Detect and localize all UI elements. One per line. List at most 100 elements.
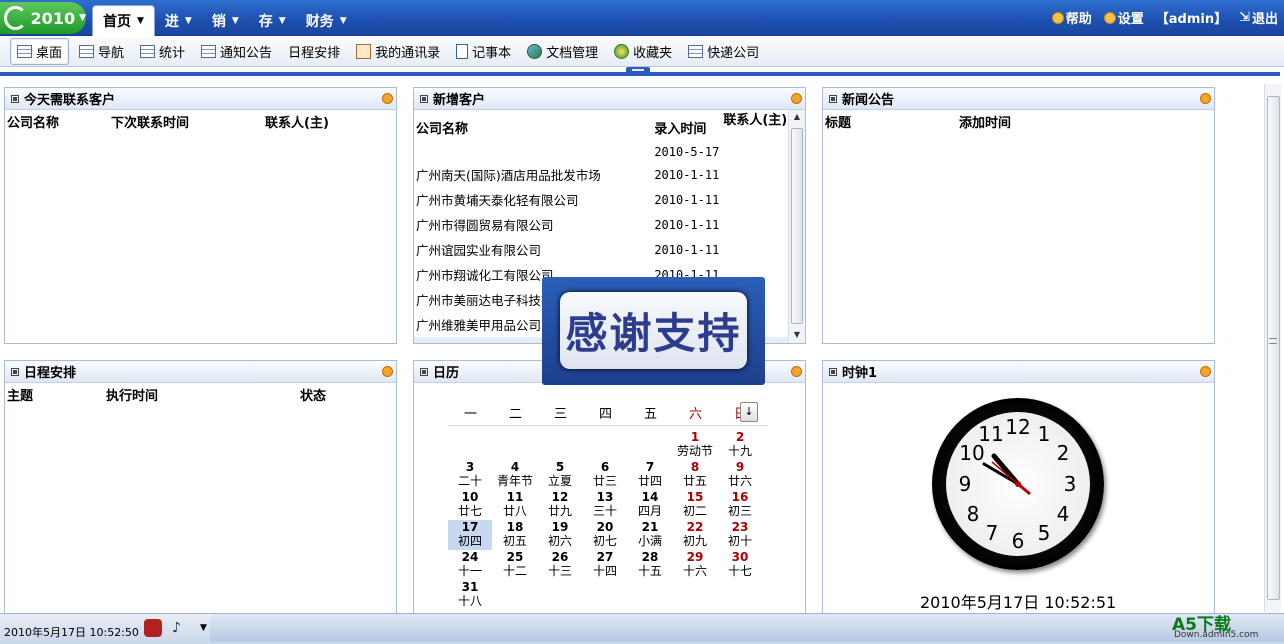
collapse-icon[interactable] bbox=[11, 94, 19, 103]
calendar-day[interactable]: 23 初十 bbox=[718, 520, 762, 550]
calendar-day[interactable]: 5 立夏 bbox=[538, 460, 582, 490]
favorites-icon bbox=[614, 44, 630, 59]
collapse-icon[interactable] bbox=[420, 367, 428, 376]
menu-finance[interactable]: 财务 ▼ bbox=[296, 5, 357, 36]
toolbar-contacts[interactable]: 我的通讯录 bbox=[350, 39, 446, 64]
page-scrollbar[interactable] bbox=[1264, 84, 1281, 612]
settings-link[interactable]: 设置 bbox=[1103, 8, 1144, 27]
menu-sales[interactable]: 销 ▼ bbox=[202, 5, 249, 36]
panel-settings-icon[interactable] bbox=[1200, 366, 1211, 377]
logout-link[interactable]: ⇲ 退出 bbox=[1239, 8, 1278, 27]
calendar-day[interactable]: 16 初三 bbox=[718, 490, 762, 520]
analog-clock: 12 1 2 345 678 9 10 11 bbox=[932, 398, 1104, 570]
table-row[interactable]: 广州市得圆贸易有限公司 2010-1-11 bbox=[414, 212, 790, 237]
collapse-icon[interactable] bbox=[829, 94, 837, 103]
calendar-day[interactable]: 3 二十 bbox=[448, 460, 492, 490]
calendar-day[interactable]: 1 劳动节 bbox=[673, 430, 717, 460]
help-link[interactable]: 帮助 bbox=[1051, 8, 1092, 27]
calendar-next-button[interactable]: ↓ bbox=[740, 402, 758, 422]
phone-icon[interactable] bbox=[144, 619, 162, 637]
panel-settings-icon[interactable] bbox=[382, 366, 393, 377]
toolbar-documents[interactable]: 文档管理 bbox=[521, 39, 604, 64]
collapse-icon[interactable] bbox=[11, 367, 19, 376]
calendar-day[interactable]: 17 初四 bbox=[448, 520, 492, 550]
calendar-day[interactable]: 4 青年节 bbox=[493, 460, 537, 490]
day-number: 11 bbox=[506, 490, 524, 504]
watermark-url: Down.admin5.com bbox=[1174, 630, 1259, 640]
toolbar-notice[interactable]: 通知公告 bbox=[195, 39, 278, 64]
calendar-day[interactable]: 14 四月 bbox=[628, 490, 672, 520]
calendar-day[interactable]: 20 初七 bbox=[583, 520, 627, 550]
calendar-day[interactable]: 22 初九 bbox=[673, 520, 717, 550]
collapse-icon[interactable] bbox=[420, 94, 428, 103]
day-number: 8 bbox=[690, 460, 700, 474]
calendar-day[interactable]: 7 廿四 bbox=[628, 460, 672, 490]
calendar-day[interactable]: 29 十六 bbox=[673, 550, 717, 580]
scroll-up-icon[interactable]: ▲ bbox=[791, 112, 803, 124]
entry-date-cell: 2010-1-11 bbox=[654, 167, 720, 182]
day-number: 31 bbox=[461, 580, 479, 594]
calendar-day[interactable]: 12 廿九 bbox=[538, 490, 582, 520]
table-row[interactable]: 广州谊园实业有限公司 2010-1-11 bbox=[414, 237, 790, 262]
calendar-day[interactable]: 8 廿五 bbox=[673, 460, 717, 490]
lunar-label: 十二 bbox=[502, 564, 527, 578]
panel-settings-icon[interactable] bbox=[382, 93, 393, 104]
collapse-icon[interactable] bbox=[829, 367, 837, 376]
thanks-button[interactable]: 感谢支持 bbox=[560, 292, 747, 369]
toolbar-notepad[interactable]: 记事本 bbox=[450, 39, 517, 64]
calendar-day[interactable]: 31 十八 bbox=[448, 580, 492, 610]
lunar-label: 初十 bbox=[727, 534, 752, 548]
panel-settings-icon[interactable] bbox=[1200, 93, 1211, 104]
table-row[interactable]: 2010-5-17 bbox=[414, 141, 790, 162]
toolbar-stats[interactable]: 统计 bbox=[134, 39, 191, 64]
calendar-day[interactable]: 28 十五 bbox=[628, 550, 672, 580]
calendar-day[interactable]: 30 十七 bbox=[718, 550, 762, 580]
toolbar-nav[interactable]: 导航 bbox=[73, 39, 130, 64]
calendar-day[interactable]: 27 十四 bbox=[583, 550, 627, 580]
arrow-down-icon: ↓ bbox=[744, 405, 754, 418]
chevron-down-icon: ▼ bbox=[278, 15, 286, 26]
status-datetime: 2010年5月17日 10:52:50 bbox=[4, 626, 139, 639]
lunar-label: 廿五 bbox=[682, 474, 707, 488]
calendar-day[interactable]: 13 三十 bbox=[583, 490, 627, 520]
menu-purchase[interactable]: 进 ▼ bbox=[155, 5, 202, 36]
column-headers: 标题 添加时间 bbox=[823, 110, 1214, 133]
panel-settings-icon[interactable] bbox=[791, 366, 802, 377]
calendar-day[interactable]: 25 十二 bbox=[493, 550, 537, 580]
svg-text:4: 4 bbox=[1057, 502, 1070, 526]
calendar-day[interactable]: 19 初六 bbox=[538, 520, 582, 550]
lunar-label: 二十 bbox=[457, 474, 482, 488]
calendar-day[interactable]: 21 小满 bbox=[628, 520, 672, 550]
calendar-day[interactable]: 26 十三 bbox=[538, 550, 582, 580]
user-link[interactable]: 【admin】 bbox=[1156, 8, 1227, 27]
menu-label: 销 bbox=[211, 13, 226, 30]
table-row[interactable]: 广州南天(国际)酒店用品批发市场 2010-1-11 bbox=[414, 162, 790, 187]
customer-list-scrollbar[interactable]: ▲ ▼ bbox=[788, 110, 805, 343]
speaker-icon[interactable]: ♪ bbox=[172, 620, 181, 636]
calendar-day[interactable]: 2 十九 bbox=[718, 430, 762, 460]
day-number: 16 bbox=[731, 490, 749, 504]
menu-stock[interactable]: 存 ▼ bbox=[249, 5, 296, 36]
calendar-day[interactable]: 24 十一 bbox=[448, 550, 492, 580]
table-row[interactable]: 广州市黄埔天泰化轻有限公司 2010-1-11 bbox=[414, 187, 790, 212]
calendar-day[interactable]: 11 廿八 bbox=[493, 490, 537, 520]
page-scroll-thumb[interactable] bbox=[1267, 96, 1280, 600]
scroll-down-icon[interactable]: ▼ bbox=[791, 330, 803, 342]
chevron-down-icon[interactable]: ▼ bbox=[200, 623, 207, 633]
user-label: 【admin】 bbox=[1155, 12, 1228, 27]
calendar-day[interactable]: 6 廿三 bbox=[583, 460, 627, 490]
menu-home[interactable]: 首页 ▼ bbox=[92, 5, 155, 36]
scroll-thumb[interactable] bbox=[791, 128, 803, 324]
calendar-day[interactable]: 15 初二 bbox=[673, 490, 717, 520]
toolbar-desktop[interactable]: 桌面 bbox=[10, 38, 70, 65]
toolbar-express[interactable]: 快递公司 bbox=[682, 39, 765, 64]
calendar-day[interactable]: 10 廿七 bbox=[448, 490, 492, 520]
calendar-day[interactable]: 9 廿六 bbox=[718, 460, 762, 490]
calendar-day[interactable]: 18 初五 bbox=[493, 520, 537, 550]
toolbar-favorites[interactable]: 收藏夹 bbox=[608, 39, 678, 64]
panel-settings-icon[interactable] bbox=[791, 93, 802, 104]
lunar-label: 廿四 bbox=[637, 474, 662, 488]
toolbar-schedule[interactable]: 日程安排 bbox=[282, 39, 768, 450]
day-number: 1 bbox=[690, 430, 700, 444]
app-logo[interactable]: 2010 ▼ bbox=[0, 2, 86, 34]
